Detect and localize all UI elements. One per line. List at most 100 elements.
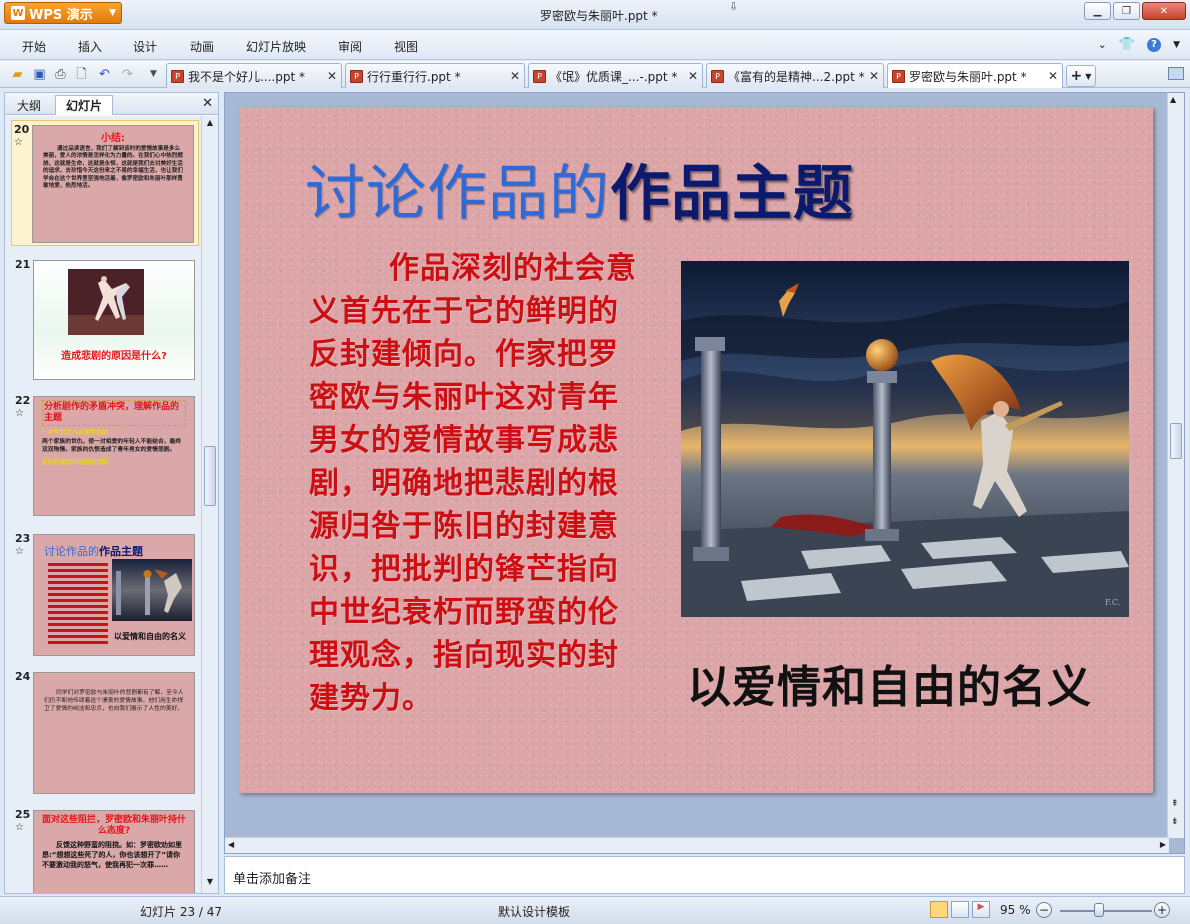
doc-tab-5-active[interactable]: P 罗密欧与朱丽叶.ppt * ✕ [887,63,1063,88]
thumb-angel-image [112,559,192,621]
thumb-slide-23: 讨论作品的作品主题 以爱情和自由的名义 [33,534,195,656]
thumb-title: 讨论作品的作品主题 [44,543,143,559]
animation-star-icon: ☆ [14,137,23,148]
slide-vertical-scrollbar[interactable]: ▲ ⇞ ⇟ [1167,93,1184,838]
doc-tab-4[interactable]: P 《富有的是精神...2.ppt * ✕ [706,63,884,88]
doc-tab-2[interactable]: P 行行重行行.ppt * ✕ [345,63,525,88]
scroll-up-icon[interactable]: ▲ [204,118,216,130]
menu-animation[interactable]: 动画 [190,38,214,55]
slide-thumbnail-23-selected[interactable]: 23 ☆ 讨论作品的作品主题 以爱情和自由的名义 [13,530,199,658]
slide-edit-area: 讨论作品的作品主题 作品深刻的社会意义首先在于它的鲜明的反封建倾向。作家把罗密欧… [224,92,1185,854]
thumb-text: 通过品读语言，我们了解到该时的爱情故事是多么美丽，爱人的浓情是怎样化为力量的。在… [43,146,183,190]
slide-image-caption[interactable]: 以爱情和自由的名义 [687,651,1092,715]
menu-slideshow[interactable]: 幻灯片放映 [246,38,306,55]
print-icon[interactable]: ⎙ [53,67,68,82]
print-preview-icon[interactable]: 🗋 [74,67,89,82]
slide-title[interactable]: 讨论作品的作品主题 [305,145,854,232]
doc-tab-label: 行行重行行.ppt * [367,69,461,84]
slide-counter: 幻灯片 23 / 47 [140,905,223,919]
doc-tab-1[interactable]: P 我不是个好儿....ppt * ✕ [166,63,342,88]
status-bar: 幻灯片 23 / 47 默认设计模板 ▶ 95 % − + [0,896,1190,924]
wps-logo-icon: W [11,6,25,20]
menu-insert[interactable]: 插入 [78,38,102,55]
menu-review[interactable]: 审阅 [338,38,362,55]
tab-list-icon[interactable] [1168,67,1184,80]
tab-slides[interactable]: 幻灯片 [55,95,114,115]
wps-menu-label: WPS 演示 [29,7,93,23]
minimize-button[interactable]: ▁ [1084,2,1111,20]
slide-title-part-b: 作品主题 [610,159,854,229]
slide-horizontal-scrollbar[interactable]: ◀ ▶ [225,837,1169,853]
notes-placeholder: 单击添加备注 [233,872,312,887]
scroll-up-icon[interactable]: ▲ [1170,95,1176,104]
current-slide[interactable]: 讨论作品的作品主题 作品深刻的社会意义首先在于它的鲜明的反封建倾向。作家把罗密欧… [239,107,1153,793]
close-tab-icon[interactable]: ✕ [688,69,698,83]
zoom-slider-track[interactable] [1060,910,1152,912]
pin-icon[interactable]: ⇩ [729,0,738,13]
scroll-thumb[interactable] [204,446,216,506]
normal-view-button[interactable] [930,901,948,918]
zoom-out-button[interactable]: − [1036,902,1052,918]
next-slide-icon[interactable]: ⇟ [1171,817,1179,827]
close-tab-icon[interactable]: ✕ [869,69,879,83]
close-tab-icon[interactable]: ✕ [1048,69,1058,83]
close-tab-icon[interactable]: ✕ [327,69,337,83]
slide-thumbnail-25[interactable]: 25 ☆ 面对这些阻拦，罗密欧和朱丽叶持什么态度? 反馈这种野蛮的阻挠。如：罗密… [13,806,199,893]
scroll-right-icon[interactable]: ▶ [1160,840,1166,849]
thumb-text: 两个家族的世仇，使一对相爱的年轻人不能结合，最终双双殉情。家族的仇恨造成了青年男… [42,439,182,453]
thumb-slide-21: 造成悲剧的原因是什么? [33,260,195,380]
thumb-text: 反馈这种野蛮的阻挠。如：罗密欧劝如里昂:“想想这些死了的人，你也该想开了”请你不… [42,841,182,869]
slide-thumbnail-list: 20 ☆ 小结: 通过品读语言，我们了解到该时的爱情故事是多么美丽，爱人的浓情是… [5,116,201,893]
slide-number: 24 [15,670,31,683]
ppt-file-icon: P [892,69,905,83]
chevron-down-icon: ▼ [109,8,116,18]
help-icon[interactable]: ? [1147,37,1162,52]
open-folder-icon[interactable]: ▰ [10,67,25,82]
thumb-slide-22: 分析剧作的矛盾冲突，理解作品的主题 一对年轻恋人的爱情悲剧 两个家族的世仇，使一… [33,396,195,516]
slideshow-view-button[interactable]: ▶ [972,901,990,918]
menu-design[interactable]: 设计 [133,38,157,55]
slide-thumbnail-20[interactable]: 20 ☆ 小结: 通过品读语言，我们了解到该时的爱情故事是多么美丽，爱人的浓情是… [11,120,199,246]
help-dropdown-icon[interactable]: ▼ [1173,40,1180,50]
skin-shirt-icon[interactable]: 👕 [1119,37,1135,52]
tab-outline[interactable]: 大纲 [7,95,51,115]
close-tab-icon[interactable]: ✕ [510,69,520,83]
slide-thumbnail-24[interactable]: 24 同学们对罗密欧与朱丽叶的悲剧都有了解，至今人们仍不断地传颂着这个凄美的爱情… [13,668,199,796]
undo-icon[interactable]: ↶ [97,67,112,82]
scroll-left-icon[interactable]: ◀ [228,840,234,849]
thumb-title: 小结: [101,133,125,144]
menu-home[interactable]: 开始 [22,38,46,55]
thumb-title: 分析剧作的矛盾冲突，理解作品的主题 [42,400,186,426]
zoom-in-button[interactable]: + [1154,902,1170,918]
slide-body-text[interactable]: 作品深刻的社会意义首先在于它的鲜明的反封建倾向。作家把罗密欧与朱丽叶这对青年男女… [309,247,639,720]
slide-number: 22 [15,394,31,407]
thumb-title: 面对这些阻拦，罗密欧和朱丽叶持什么态度? [42,815,187,836]
angel-columns-image[interactable]: F.C. [681,261,1129,617]
ribbon-collapse-icon[interactable]: ⌄ [1098,38,1107,51]
ballet-dancers-image [68,269,144,335]
slide-thumbnail-21[interactable]: 21 造成悲剧的原因是什么? [13,256,199,382]
new-tab-button[interactable]: + ▼ [1066,65,1096,87]
thumb-text: 同学们对罗密欧与朱丽叶的悲剧都有了解，至今人们仍不断地传颂着这个凄美的爱情故事。… [44,690,184,712]
window-title: 罗密欧与朱丽叶.ppt * [540,9,658,23]
zoom-slider-thumb[interactable] [1094,903,1104,917]
maximize-button[interactable]: ❐ [1113,2,1140,20]
scroll-down-icon[interactable]: ▼ [204,877,216,889]
scroll-thumb[interactable] [1170,423,1182,459]
slide-sorter-view-button[interactable] [951,901,969,918]
customize-toolbar-icon[interactable]: ▼ [146,67,161,82]
save-icon[interactable]: ▣ [32,67,47,82]
close-panel-icon[interactable]: ✕ [202,96,213,111]
notes-pane[interactable]: 单击添加备注 [224,856,1185,894]
slide-thumbnail-22[interactable]: 22 ☆ 分析剧作的矛盾冲突，理解作品的主题 一对年轻恋人的爱情悲剧 两个家族的… [13,392,199,520]
wps-menu-button[interactable]: W WPS 演示 ▼ [4,2,122,24]
slide-number: 23 [15,532,31,545]
quick-toolbar: ▰ ▣ ⎙ 🗋 ↶ ↷ ▼ P 我不是个好儿....ppt * ✕ P 行行重行… [0,61,1190,88]
previous-slide-icon[interactable]: ⇞ [1171,799,1179,809]
panel-scrollbar[interactable]: ▲ ▼ [201,116,218,893]
menu-view[interactable]: 视图 [394,38,418,55]
redo-icon[interactable]: ↷ [120,67,135,82]
close-window-button[interactable]: ✕ [1142,2,1186,20]
doc-tab-3[interactable]: P 《氓》优质课_...-.ppt * ✕ [528,63,703,88]
panel-tabs: 大纲 幻灯片 ✕ [5,93,218,115]
